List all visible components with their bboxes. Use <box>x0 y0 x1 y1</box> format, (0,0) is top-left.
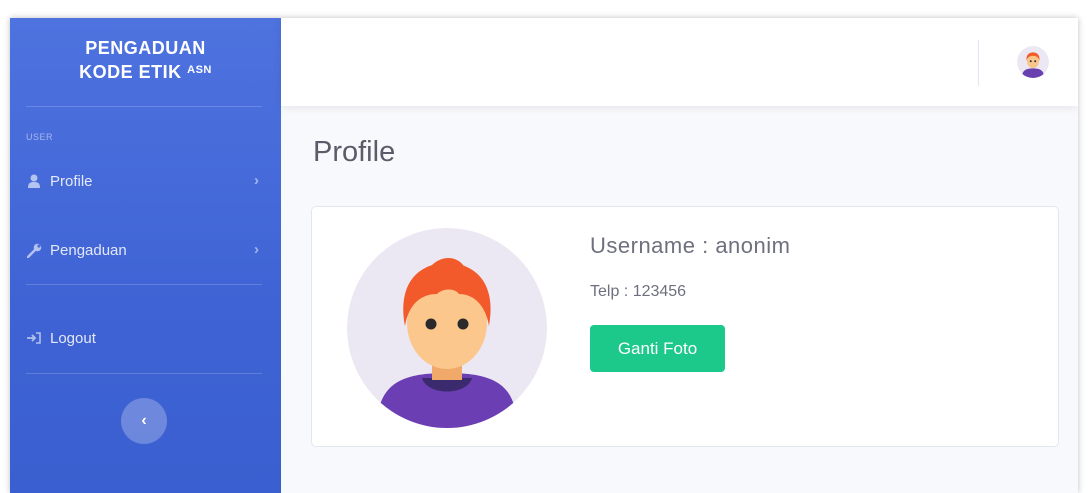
brand-line-2-text: KODE ETIK <box>79 62 182 82</box>
profile-username: Username : anonim <box>590 233 791 258</box>
wrench-icon <box>26 243 42 258</box>
sidebar-divider <box>26 284 262 285</box>
brand-line-2: KODE ETIK ASN <box>10 60 281 84</box>
page-title: Profile <box>313 136 396 168</box>
brand-line-1: PENGADUAN <box>85 38 206 58</box>
logout-icon <box>26 332 42 344</box>
sidebar-toggle-button[interactable]: ‹ <box>121 398 167 444</box>
topbar-divider <box>978 40 979 86</box>
sidebar-item-label: Logout <box>50 329 96 347</box>
chevron-left-icon: ‹ <box>141 412 147 429</box>
chevron-right-icon: › <box>254 241 259 258</box>
sidebar-item-label: Profile <box>50 172 93 190</box>
topbar <box>281 18 1078 106</box>
sidebar-divider <box>26 373 262 374</box>
sidebar-item-label: Pengaduan <box>50 241 127 259</box>
chevron-right-icon: › <box>254 172 259 189</box>
app-window: PENGADUAN KODE ETIK ASN USER Profile › P… <box>10 18 1078 493</box>
user-icon <box>26 174 42 188</box>
user-avatar-icon[interactable] <box>1017 46 1049 78</box>
profile-avatar <box>347 228 547 428</box>
change-photo-button[interactable]: Ganti Foto <box>590 325 725 372</box>
profile-telp: Telp : 123456 <box>590 283 687 300</box>
sidebar-item-pengaduan[interactable]: Pengaduan › <box>10 230 281 270</box>
sidebar-divider <box>26 106 262 107</box>
sidebar-item-logout[interactable]: Logout <box>10 318 281 358</box>
sidebar-heading: USER <box>26 132 54 142</box>
sidebar: PENGADUAN KODE ETIK ASN USER Profile › P… <box>10 18 281 493</box>
profile-card: Username : anonim Telp : 123456 Ganti Fo… <box>311 206 1059 447</box>
sidebar-item-profile[interactable]: Profile › <box>10 161 281 201</box>
brand-superscript: ASN <box>187 64 212 76</box>
brand[interactable]: PENGADUAN KODE ETIK ASN <box>10 36 281 84</box>
